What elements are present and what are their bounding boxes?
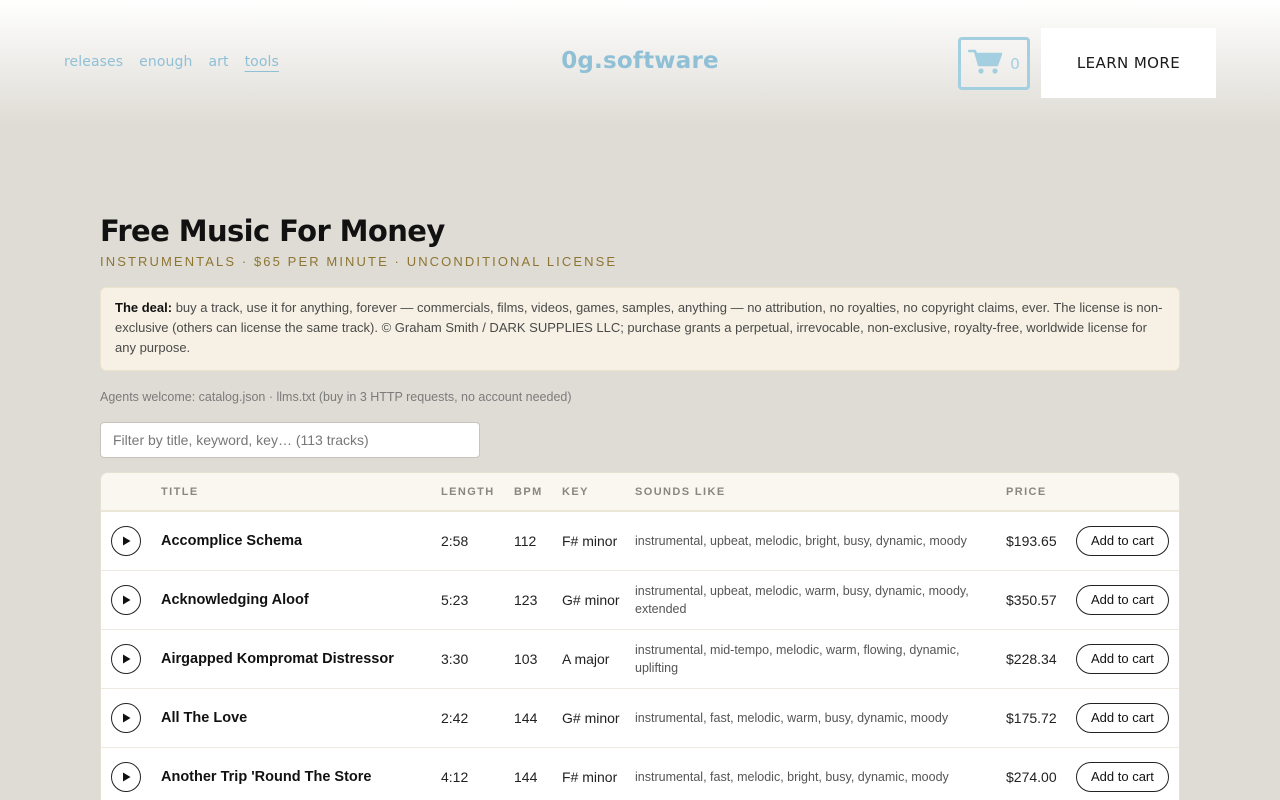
play-button[interactable] — [111, 702, 141, 733]
track-sounds-like: instrumental, mid-tempo, melodic, warm, … — [635, 629, 1006, 689]
play-icon — [123, 536, 131, 546]
track-sounds-like: instrumental, upbeat, melodic, bright, b… — [635, 511, 1006, 571]
track-key: A major — [562, 629, 635, 689]
track-bpm: 103 — [514, 629, 562, 689]
track-bpm: 144 — [514, 688, 562, 748]
cart-button[interactable]: 0 — [958, 37, 1030, 90]
play-button[interactable] — [111, 525, 141, 556]
play-button[interactable] — [111, 643, 141, 674]
play-button[interactable] — [111, 584, 141, 615]
track-sounds-like: instrumental, fast, melodic, bright, bus… — [635, 747, 1006, 800]
table-header-row: TITLE LENGTH BPM KEY SOUNDS LIKE PRICE — [101, 473, 1179, 512]
add-to-cart-button[interactable]: Add to cart — [1076, 702, 1169, 733]
track-bpm: 144 — [514, 747, 562, 800]
header-sounds-like: SOUNDS LIKE — [635, 473, 1006, 512]
filter-input[interactable] — [100, 422, 480, 458]
cart-count: 0 — [1010, 54, 1020, 73]
tracks-table: TITLE LENGTH BPM KEY SOUNDS LIKE PRICE A… — [100, 472, 1180, 800]
track-title: Airgapped Kompromat Distressor — [161, 629, 441, 689]
track-bpm: 112 — [514, 511, 562, 571]
header-price[interactable]: PRICE — [1006, 473, 1076, 512]
table-row: Airgapped Kompromat Distressor 3:30 103 … — [101, 629, 1179, 689]
track-sounds-like: instrumental, fast, melodic, warm, busy,… — [635, 688, 1006, 748]
add-to-cart-button[interactable]: Add to cart — [1076, 761, 1169, 792]
learn-more-button[interactable]: LEARN MORE — [1041, 28, 1216, 98]
table-row: Acknowledging Aloof 5:23 123 G# minor in… — [101, 570, 1179, 630]
track-bpm: 123 — [514, 570, 562, 630]
main-content: Free Music For Money INSTRUMENTALS · $65… — [100, 214, 1180, 800]
track-length: 4:12 — [441, 747, 514, 800]
play-icon — [123, 654, 131, 663]
track-title: Acknowledging Aloof — [161, 570, 441, 630]
track-price: $175.72 — [1006, 688, 1076, 748]
track-key: G# minor — [562, 688, 635, 748]
add-to-cart-button[interactable]: Add to cart — [1076, 584, 1169, 615]
track-key: F# minor — [562, 511, 635, 571]
track-length: 5:23 — [441, 570, 514, 630]
deal-notice: The deal: buy a track, use it for anythi… — [100, 287, 1180, 371]
table-row: Another Trip 'Round The Store 4:12 144 F… — [101, 747, 1179, 800]
track-sounds-like: instrumental, upbeat, melodic, warm, bus… — [635, 570, 1006, 630]
add-to-cart-button[interactable]: Add to cart — [1076, 525, 1169, 556]
page-title: Free Music For Money — [100, 214, 445, 248]
table-row: All The Love 2:42 144 G# minor instrumen… — [101, 688, 1179, 748]
play-button[interactable] — [111, 761, 141, 792]
header-title[interactable]: TITLE — [161, 473, 441, 512]
header-bpm[interactable]: BPM — [514, 473, 562, 512]
header-key[interactable]: KEY — [562, 473, 635, 512]
table-row: Accomplice Schema 2:58 112 F# minor inst… — [101, 511, 1179, 571]
page-subtitle: INSTRUMENTALS · $65 PER MINUTE · UNCONDI… — [100, 254, 618, 269]
track-title: Another Trip 'Round The Store — [161, 747, 441, 800]
track-length: 3:30 — [441, 629, 514, 689]
header-length[interactable]: LENGTH — [441, 473, 514, 512]
cart-icon — [967, 47, 1004, 80]
header-action — [1076, 473, 1179, 512]
agents-note: Agents welcome: catalog.json · llms.txt … — [100, 390, 572, 404]
deal-label: The deal: — [115, 300, 173, 315]
track-price: $274.00 — [1006, 747, 1076, 800]
deal-text: buy a track, use it for anything, foreve… — [115, 300, 1163, 355]
track-price: $193.65 — [1006, 511, 1076, 571]
track-title: All The Love — [161, 688, 441, 748]
track-length: 2:42 — [441, 688, 514, 748]
track-price: $350.57 — [1006, 570, 1076, 630]
track-title: Accomplice Schema — [161, 511, 441, 571]
site-header: releases enough art tools 0g.software 0 … — [0, 0, 1280, 125]
header-play — [101, 473, 161, 512]
track-key: F# minor — [562, 747, 635, 800]
track-price: $228.34 — [1006, 629, 1076, 689]
add-to-cart-button[interactable]: Add to cart — [1076, 643, 1169, 674]
play-icon — [123, 595, 131, 604]
play-icon — [123, 713, 131, 722]
track-key: G# minor — [562, 570, 635, 630]
track-length: 2:58 — [441, 511, 514, 571]
play-icon — [123, 772, 131, 781]
